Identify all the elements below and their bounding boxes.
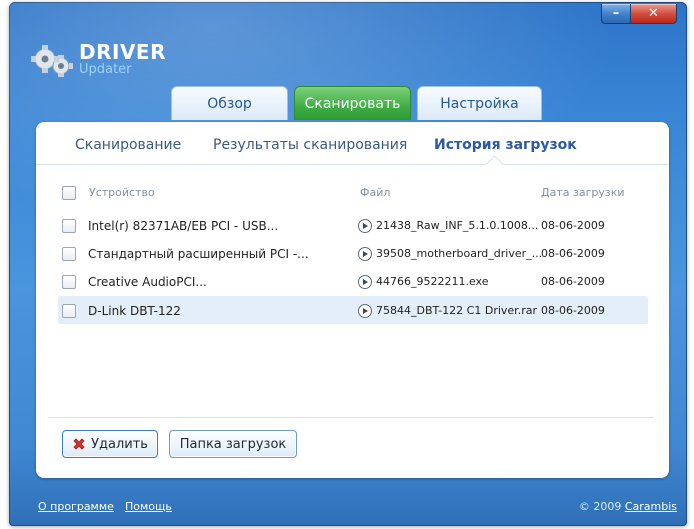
row-file: 21438_Raw_INF_5.1.0.1008... xyxy=(376,219,539,232)
column-header-file: Файл xyxy=(360,186,391,199)
about-link[interactable]: О программе xyxy=(38,500,114,513)
copyright-text: © 2009 xyxy=(578,500,622,513)
help-link[interactable]: Помощь xyxy=(125,500,172,513)
row-device: Стандартный расширенный PCI -... xyxy=(88,247,309,261)
divider xyxy=(48,417,654,418)
table-row-selected[interactable]: D-Link DBT-122 75844_DBT-122 C1 Driver.r… xyxy=(58,296,648,324)
main-panel: Сканирование Результаты сканирования Ист… xyxy=(36,122,669,478)
row-file: 75844_DBT-122 C1 Driver.rar xyxy=(376,304,537,317)
row-date: 08-06-2009 xyxy=(541,219,605,232)
red-x-icon xyxy=(73,438,85,450)
close-icon[interactable]: ✕ xyxy=(630,4,677,24)
tab-settings[interactable]: Настройка xyxy=(417,86,542,120)
row-date: 08-06-2009 xyxy=(541,304,605,317)
play-circle-icon[interactable] xyxy=(358,304,372,318)
table-row[interactable]: Creative AudioPCI... 44766_9522211.exe 0… xyxy=(58,267,648,295)
column-header-device: Устройство xyxy=(89,186,155,199)
select-all-checkbox[interactable] xyxy=(62,186,76,200)
footer: О программе Помощь © 2009 Carambis xyxy=(9,500,687,520)
logo-title: DRIVER xyxy=(79,40,166,64)
row-device: D-Link DBT-122 xyxy=(88,304,181,318)
play-circle-icon[interactable] xyxy=(358,247,372,261)
tab-overview[interactable]: Обзор xyxy=(171,86,288,120)
row-date: 08-06-2009 xyxy=(541,247,605,260)
table-row[interactable]: Intel(r) 82371AB/EB PCI - USB... 21438_R… xyxy=(58,211,648,239)
row-checkbox[interactable] xyxy=(62,247,76,261)
tab-scan[interactable]: Сканировать xyxy=(294,86,411,120)
app-window: – ✕ DRIVER Updater Обзор Сканировать Нас… xyxy=(9,2,687,526)
delete-button-label: Удалить xyxy=(91,436,148,452)
main-tabs: Обзор Сканировать Настройка xyxy=(171,86,548,120)
sub-tabs: Сканирование Результаты сканирования Ист… xyxy=(36,122,669,165)
app-logo: DRIVER Updater xyxy=(25,42,166,80)
minimize-icon[interactable]: – xyxy=(601,4,630,24)
downloads-folder-button[interactable]: Папка загрузок xyxy=(169,430,297,458)
column-header-date: Дата загрузки xyxy=(541,186,625,199)
row-file: 44766_9522211.exe xyxy=(376,275,489,288)
row-date: 08-06-2009 xyxy=(541,275,605,288)
window-caption-buttons: – ✕ xyxy=(601,4,677,24)
logo-subtitle: Updater xyxy=(79,62,132,77)
copyright: © 2009 Carambis xyxy=(579,500,677,513)
row-checkbox[interactable] xyxy=(62,219,76,233)
gears-icon xyxy=(31,45,73,77)
row-device: Intel(r) 82371AB/EB PCI - USB... xyxy=(88,219,279,233)
subtab-download-history[interactable]: История загрузок xyxy=(434,137,577,153)
row-checkbox[interactable] xyxy=(62,304,76,318)
delete-button[interactable]: Удалить xyxy=(62,430,158,458)
row-device: Creative AudioPCI... xyxy=(88,275,207,289)
subtab-scanning[interactable]: Сканирование xyxy=(75,137,181,153)
carambis-link[interactable]: Carambis xyxy=(625,500,677,513)
table-row[interactable]: Стандартный расширенный PCI -... 39508_m… xyxy=(58,239,648,267)
row-checkbox[interactable] xyxy=(62,275,76,289)
subtab-scan-results[interactable]: Результаты сканирования xyxy=(213,137,407,153)
play-circle-icon[interactable] xyxy=(358,219,372,233)
play-circle-icon[interactable] xyxy=(358,275,372,289)
row-file: 39508_motherboard_driver_... xyxy=(376,247,543,260)
